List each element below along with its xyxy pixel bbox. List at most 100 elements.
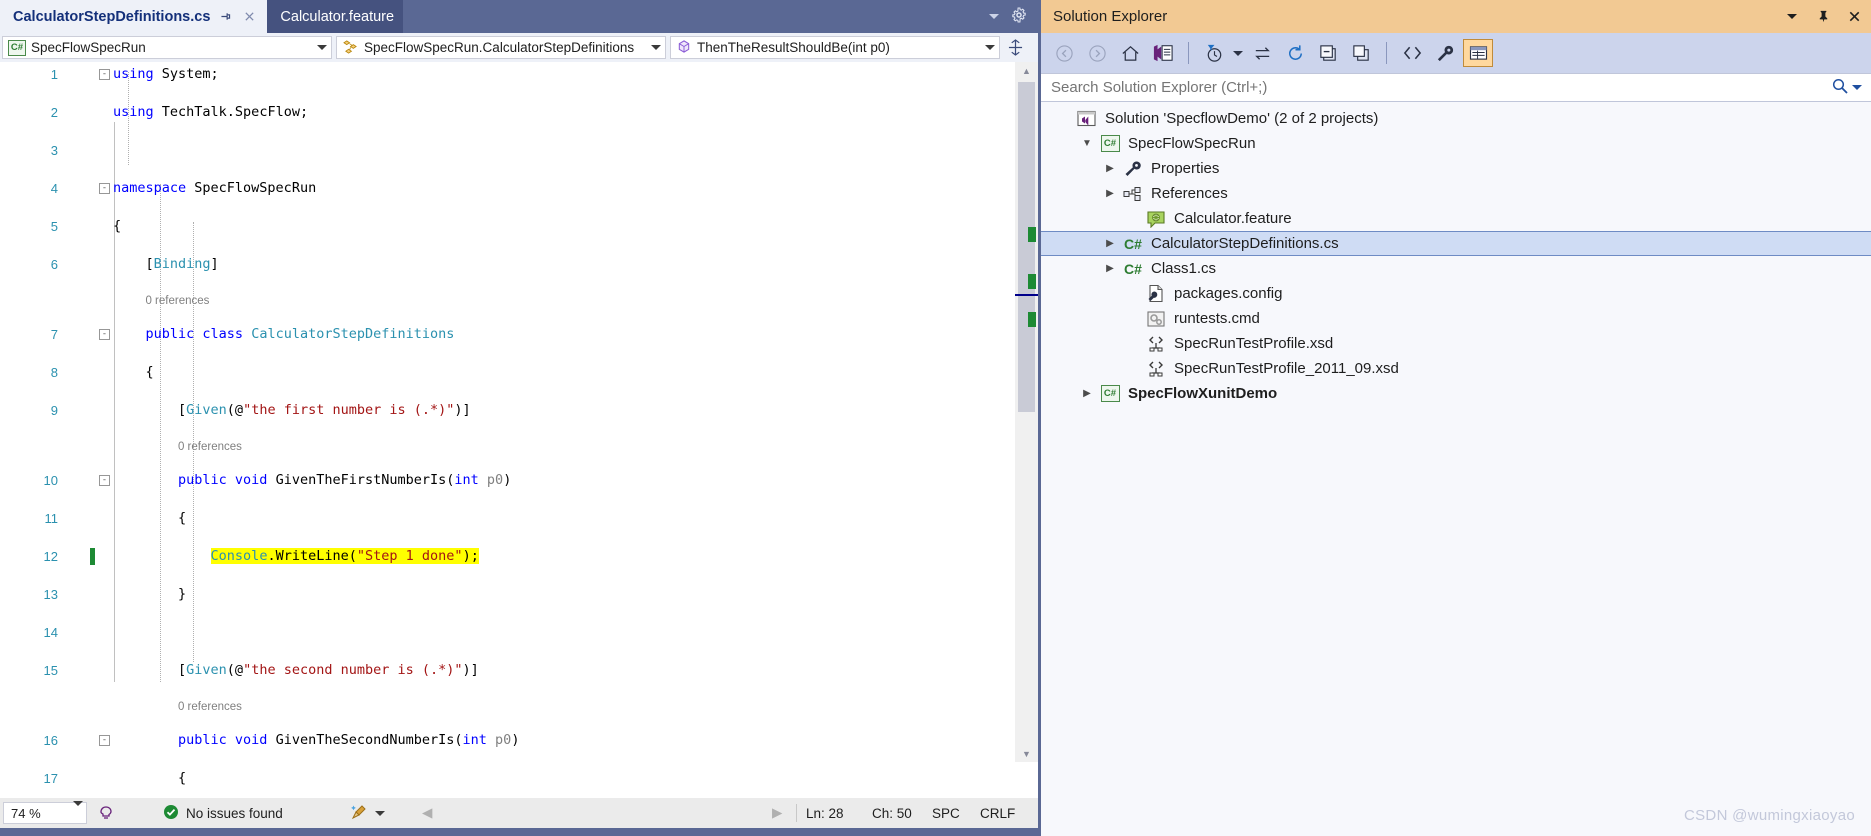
code-text[interactable]: using System; [113, 65, 219, 84]
code-text[interactable]: using TechTalk.SpecFlow; [113, 103, 308, 122]
properties-wrench-icon[interactable] [1430, 39, 1460, 67]
pin-icon[interactable] [1814, 8, 1832, 26]
tree-item-specruntestprofile-xsd[interactable]: SpecRunTestProfile.xsd [1041, 331, 1871, 356]
chevron-down-icon[interactable] [375, 810, 385, 816]
solution-explorer-view-icon[interactable] [1148, 39, 1178, 67]
tree-item-specflowspecrun[interactable]: ▼ C# SpecFlowSpecRun [1041, 131, 1871, 156]
feature-file-icon [1144, 209, 1168, 229]
collapsed-twisty-icon[interactable]: ▶ [1099, 163, 1121, 174]
fold-toggle[interactable]: - [99, 329, 110, 340]
search-box[interactable] [1041, 73, 1871, 102]
tab-calculator-feature[interactable]: Calculator.feature [267, 0, 404, 33]
code-cleanup-control[interactable] [340, 803, 395, 824]
close-icon[interactable] [241, 8, 258, 25]
reference-count[interactable]: 0 references [178, 699, 242, 715]
tab-label: CalculatorStepDefinitions.cs [13, 8, 211, 25]
fold-toggle[interactable]: - [99, 183, 110, 194]
fold-toggle[interactable]: - [99, 69, 110, 80]
code-reference-lens[interactable]: 0 references [0, 699, 1010, 715]
back-icon[interactable] [1049, 39, 1079, 67]
collapsed-twisty-icon[interactable]: ▶ [1099, 263, 1121, 274]
code-text[interactable]: [Given(@"the second number is (.*)")] [113, 661, 479, 680]
search-options-caret-icon[interactable] [1849, 85, 1865, 90]
search-icon[interactable] [1831, 77, 1849, 98]
type-dropdown[interactable]: SpecFlowSpecRun.CalculatorStepDefinition… [336, 36, 666, 59]
zoom-level-combo[interactable]: 74 % [3, 800, 87, 824]
code-reference-lens[interactable]: 0 references [0, 439, 1010, 455]
next-arrow-icon[interactable]: ▶ [762, 805, 792, 821]
split-view-icon[interactable] [1004, 33, 1026, 62]
tree-item-solution-specflowdemo-2-of-2-projects[interactable]: Solution 'SpecflowDemo' (2 of 2 projects… [1041, 106, 1871, 131]
chevron-down-icon[interactable] [73, 800, 83, 821]
code-text[interactable]: Console.WriteLine("Step 1 done"); [113, 547, 479, 566]
home-icon[interactable] [1115, 39, 1145, 67]
code-text[interactable]: } [113, 585, 186, 604]
type-dropdown-value: SpecFlowSpecRun.CalculatorStepDefinition… [364, 40, 635, 55]
view-code-icon[interactable] [1397, 39, 1427, 67]
reference-count[interactable]: 0 references [178, 439, 242, 455]
tree-item-specflowxunitdemo[interactable]: ▶ C# SpecFlowXunitDemo [1041, 381, 1871, 406]
refresh-icon[interactable] [1280, 39, 1310, 67]
editor-navigation-bar: C# SpecFlowSpecRun SpecFlowSpecRun.Calcu… [0, 33, 1038, 62]
code-text[interactable]: [Binding] [113, 255, 219, 274]
line-ending-indicator[interactable]: CRLF [980, 806, 1015, 821]
code-line: 14 [0, 623, 1010, 642]
collapse-all-icon[interactable] [1313, 39, 1343, 67]
tree-item-properties[interactable]: ▶ Properties [1041, 156, 1871, 181]
intellicode-status[interactable] [87, 803, 125, 824]
collapsed-twisty-icon[interactable]: ▶ [1099, 188, 1121, 199]
dropdown-menu-icon[interactable] [1783, 8, 1801, 26]
code-text[interactable]: [Given(@"the first number is (.*)")] [113, 401, 471, 420]
fold-toggle[interactable]: - [99, 735, 110, 746]
scroll-down-button[interactable]: ▼ [1015, 745, 1038, 762]
tree-item-runtests-cmd[interactable]: runtests.cmd [1041, 306, 1871, 331]
solution-tree[interactable]: Solution 'SpecflowDemo' (2 of 2 projects… [1041, 102, 1871, 836]
tree-item-specruntestprofile-2011-09-xsd[interactable]: SpecRunTestProfile_2011_09.xsd [1041, 356, 1871, 381]
code-line: 3 [0, 141, 1010, 160]
tree-item-packages-config[interactable]: packages.config [1041, 281, 1871, 306]
code-text[interactable]: { [113, 769, 186, 788]
search-input[interactable] [1051, 79, 1831, 96]
code-reference-lens[interactable]: 0 references [0, 293, 1010, 309]
code-text[interactable]: { [113, 217, 121, 236]
scrollbar-thumb[interactable] [1018, 82, 1035, 412]
code-text[interactable]: public void GivenTheFirstNumberIs(int p0… [113, 471, 511, 490]
fold-toggle[interactable]: - [99, 475, 110, 486]
collapsed-twisty-icon[interactable]: ▶ [1099, 238, 1121, 249]
tree-item-calculatorstepdefinitions-cs[interactable]: ▶ C# CalculatorStepDefinitions.cs [1041, 231, 1871, 256]
code-text[interactable]: public void GivenTheSecondNumberIs(int p… [113, 731, 519, 750]
sync-with-active-document-icon[interactable] [1247, 39, 1277, 67]
properties-window-icon[interactable] [1463, 39, 1493, 67]
member-dropdown[interactable]: ThenTheResultShouldBe(int p0) [670, 36, 1000, 59]
chevron-down-icon[interactable] [983, 45, 997, 50]
issues-status[interactable]: No issues found [125, 804, 293, 823]
code-line: 9 [Given(@"the first number is (.*)")] [0, 401, 1010, 420]
reference-count[interactable]: 0 references [145, 293, 209, 309]
scroll-up-button[interactable]: ▲ [1015, 62, 1038, 79]
code-editor[interactable]: 1- using System; 2 using TechTalk.SpecFlow;… [0, 62, 1038, 798]
chevron-down-icon[interactable] [315, 45, 329, 50]
prev-arrow-icon[interactable]: ◀ [412, 805, 442, 821]
project-dropdown[interactable]: C# SpecFlowSpecRun [2, 36, 332, 59]
forward-icon[interactable] [1082, 39, 1112, 67]
pending-changes-filter-icon[interactable] [1199, 39, 1229, 67]
code-text[interactable]: { [113, 363, 154, 382]
tree-item-references[interactable]: ▶ References [1041, 181, 1871, 206]
spaces-indicator[interactable]: SPC [932, 806, 960, 821]
tree-item-calculator-feature[interactable]: Calculator.feature [1041, 206, 1871, 231]
tree-item-class1-cs[interactable]: ▶ C# Class1.cs [1041, 256, 1871, 281]
close-icon[interactable] [1845, 8, 1863, 26]
pin-icon[interactable] [217, 8, 234, 25]
tab-calculator-step-definitions[interactable]: CalculatorStepDefinitions.cs [0, 0, 268, 33]
gear-icon[interactable] [1011, 7, 1027, 26]
editor-vertical-scrollbar[interactable]: ▲ ▼ [1015, 62, 1038, 762]
code-text[interactable]: public class CalculatorStepDefinitions [113, 325, 455, 344]
expanded-twisty-icon[interactable]: ▼ [1076, 138, 1098, 149]
code-text[interactable]: namespace SpecFlowSpecRun [113, 179, 316, 198]
collapsed-twisty-icon[interactable]: ▶ [1076, 388, 1098, 399]
filter-caret-icon[interactable] [1232, 39, 1244, 67]
chevron-down-icon[interactable] [989, 14, 999, 19]
chevron-down-icon[interactable] [649, 45, 663, 50]
show-all-files-icon[interactable] [1346, 39, 1376, 67]
code-text[interactable]: { [113, 509, 186, 528]
